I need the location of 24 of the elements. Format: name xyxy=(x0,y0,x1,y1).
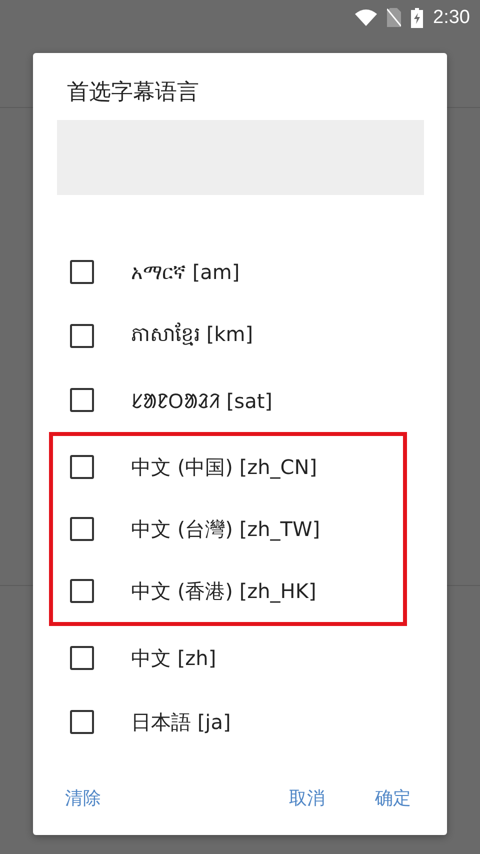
checkbox[interactable] xyxy=(70,324,94,348)
cancel-button[interactable]: 取消 xyxy=(279,782,335,814)
confirm-button[interactable]: 确定 xyxy=(365,782,421,814)
checkbox[interactable] xyxy=(70,710,94,734)
checkbox[interactable] xyxy=(70,260,94,284)
wifi-icon xyxy=(355,9,378,26)
language-label[interactable]: 中文 (台灣) [zh_TW] xyxy=(131,516,320,542)
language-label[interactable]: ភាសាខ្មែរ [km] xyxy=(131,321,254,351)
checkbox[interactable] xyxy=(70,517,94,541)
language-label[interactable]: አማርኛ [am] xyxy=(131,260,240,284)
checkbox[interactable] xyxy=(70,455,94,479)
language-label[interactable]: 中文 (香港) [zh_HK] xyxy=(131,578,316,604)
checkbox[interactable] xyxy=(70,388,94,412)
no-sim-icon xyxy=(387,8,402,27)
checkbox[interactable] xyxy=(70,579,94,603)
dialog-title: 首选字幕语言 xyxy=(67,79,199,107)
language-label[interactable]: ᱥᱟᱱᱛᱟᱲᱤ [sat] xyxy=(131,386,272,414)
clock-time: 2:30 xyxy=(433,6,470,28)
battery-charging-icon xyxy=(411,8,424,28)
checkbox[interactable] xyxy=(70,646,94,670)
language-label[interactable]: 日本語 [ja] xyxy=(131,708,231,736)
language-label[interactable]: 中文 (中国) [zh_CN] xyxy=(131,454,318,480)
clear-button[interactable]: 清除 xyxy=(55,782,111,814)
language-label[interactable]: 中文 [zh] xyxy=(131,644,216,672)
